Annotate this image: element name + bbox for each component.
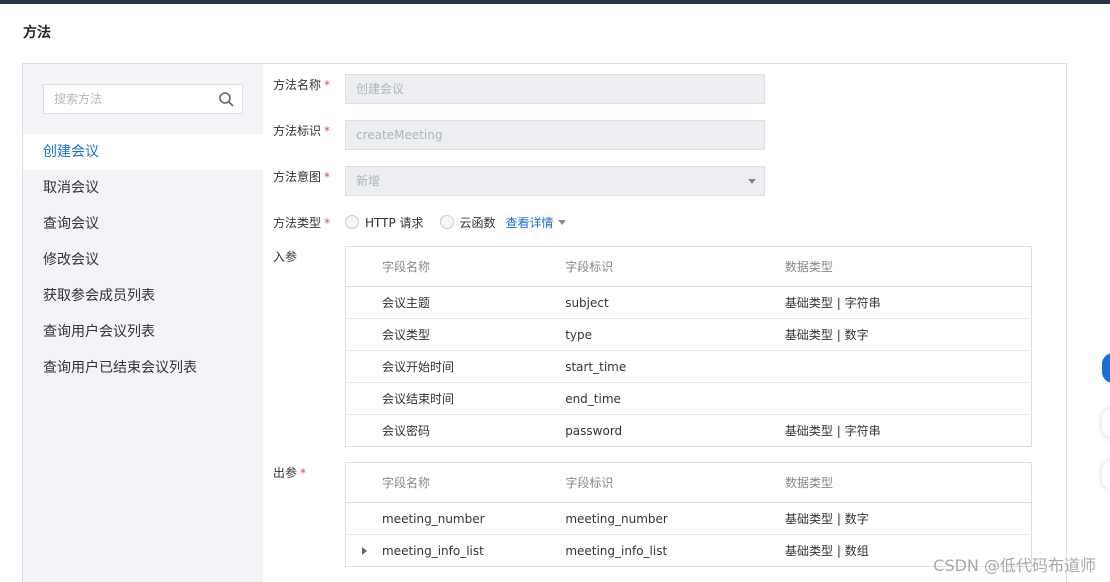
data-type-cell [784,350,1032,383]
table-row[interactable]: 会议结束时间 end_time [345,382,1032,415]
method-name-field[interactable]: 创建会议 [345,74,765,104]
table-row[interactable]: 会议开始时间 start_time [345,350,1032,383]
method-intent-select[interactable]: 新增 [345,166,765,196]
sidebar-item-user-ended-meetings[interactable]: 查询用户已结束会议列表 [23,350,263,386]
sidebar-item-get-participants[interactable]: 获取参会成员列表 [23,278,263,314]
watermark: CSDN @低代码布道师 [933,556,1096,575]
sidebar-item-modify-meeting[interactable]: 修改会议 [23,242,263,278]
method-search[interactable] [43,84,243,114]
field-id-cell: end_time [565,382,785,415]
search-input[interactable] [44,85,204,113]
method-intent-value: 新增 [356,174,381,188]
field-name-cell: meeting_number [345,502,566,535]
field-name-cell: 会议开始时间 [345,350,566,383]
input-params-label: 入参 [273,250,298,264]
table-row[interactable]: 会议密码 password 基础类型 | 字符串 [346,415,1032,447]
input-params-table: 字段名称 字段标识 数据类型 会议主题 subject 基础类型 | 字符串 会… [345,246,1032,447]
sidebar-item-query-meeting[interactable]: 查询会议 [23,206,263,242]
field-name-cell: 会议类型 [345,318,566,351]
table-header-row: 字段名称 字段标识 数据类型 [345,462,1032,503]
view-details-link[interactable]: 查看详情 [506,214,566,231]
radio-http[interactable] [345,215,359,229]
required-mark: * [324,170,331,184]
radio-http-label[interactable]: HTTP 请求 [365,214,424,231]
field-id-cell: start_time [565,350,785,383]
field-name-cell: meeting_info_list [346,535,566,567]
method-panel: 创建会议 取消会议 查询会议 修改会议 获取参会成员列表 查询用户会议列表 查询… [22,63,1067,582]
output-params-table: 字段名称 字段标识 数据类型 meeting_number meeting_nu… [345,462,1032,567]
table-row[interactable]: meeting_info_list meeting_info_list 基础类型… [346,535,1032,567]
required-mark: * [324,78,331,92]
sidebar-item-user-meetings[interactable]: 查询用户会议列表 [23,314,263,350]
column-header: 字段标识 [565,462,786,503]
data-type-cell [784,382,1032,415]
data-type-cell: 基础类型 | 数字 [784,318,1032,351]
floating-tool-button[interactable] [1102,460,1110,490]
chevron-down-icon [557,220,566,225]
method-intent-label: 方法意图 * [273,170,331,184]
radio-cloud-function[interactable] [439,215,454,229]
sidebar-item-create-meeting[interactable]: 创建会议 [23,134,263,170]
floating-tool-button[interactable] [1102,408,1110,438]
column-header: 字段标识 [565,246,785,287]
data-type-cell: 基础类型 | 字符串 [784,286,1032,319]
field-id-cell: type [565,318,785,351]
method-id-field[interactable]: createMeeting [345,120,765,150]
floating-action-button[interactable] [1102,353,1110,383]
top-bar [0,0,1110,4]
method-form: 方法名称 * 创建会议 方法标识 * createMeeting 方法意图 * 新增 … [273,64,1053,582]
table-row[interactable]: 会议类型 type 基础类型 | 数字 [345,318,1032,351]
data-type-cell: 基础类型 | 数字 [785,502,1032,535]
field-name-cell: 会议密码 [382,424,431,438]
field-id-cell: meeting_number [565,502,786,535]
field-id-cell: subject [565,286,785,319]
field-name-cell: 会议结束时间 [345,382,566,415]
field-id-cell: meeting_info_list [565,543,668,558]
page-title: 方法 [23,25,51,41]
chevron-down-icon[interactable] [748,179,756,184]
method-type-label: 方法类型 * [273,216,331,230]
sidebar-item-cancel-meeting[interactable]: 取消会议 [23,170,263,206]
required-mark: * [300,466,307,480]
required-mark: * [324,216,331,230]
radio-cloud-function-label[interactable]: 云函数 [460,214,496,231]
column-header: 字段名称 [345,246,566,287]
field-id-cell: password [565,423,623,438]
method-name-label: 方法名称 * [273,78,331,92]
table-row[interactable]: 会议主题 subject 基础类型 | 字符串 [345,286,1032,319]
table-header-row: 字段名称 字段标识 数据类型 [345,246,1032,287]
method-type-radio-group: HTTP 请求 云函数 查看详情 [345,212,566,232]
required-mark: * [324,124,331,138]
field-name-cell: 会议主题 [345,286,566,319]
table-row[interactable]: meeting_number meeting_number 基础类型 | 数字 [345,502,1032,535]
column-header: 数据类型 [785,462,1032,503]
output-params-label: 出参 * [273,466,307,480]
method-id-label: 方法标识 * [273,124,331,138]
data-type-cell: 基础类型 | 字符串 [784,424,881,438]
method-list: 创建会议 取消会议 查询会议 修改会议 获取参会成员列表 查询用户会议列表 查询… [23,134,263,386]
column-header: 字段名称 [345,462,566,503]
search-icon[interactable] [218,91,234,107]
method-sidebar: 创建会议 取消会议 查询会议 修改会议 获取参会成员列表 查询用户会议列表 查询… [23,64,263,582]
chevron-right-icon[interactable] [362,547,367,555]
column-header: 数据类型 [784,246,1032,287]
